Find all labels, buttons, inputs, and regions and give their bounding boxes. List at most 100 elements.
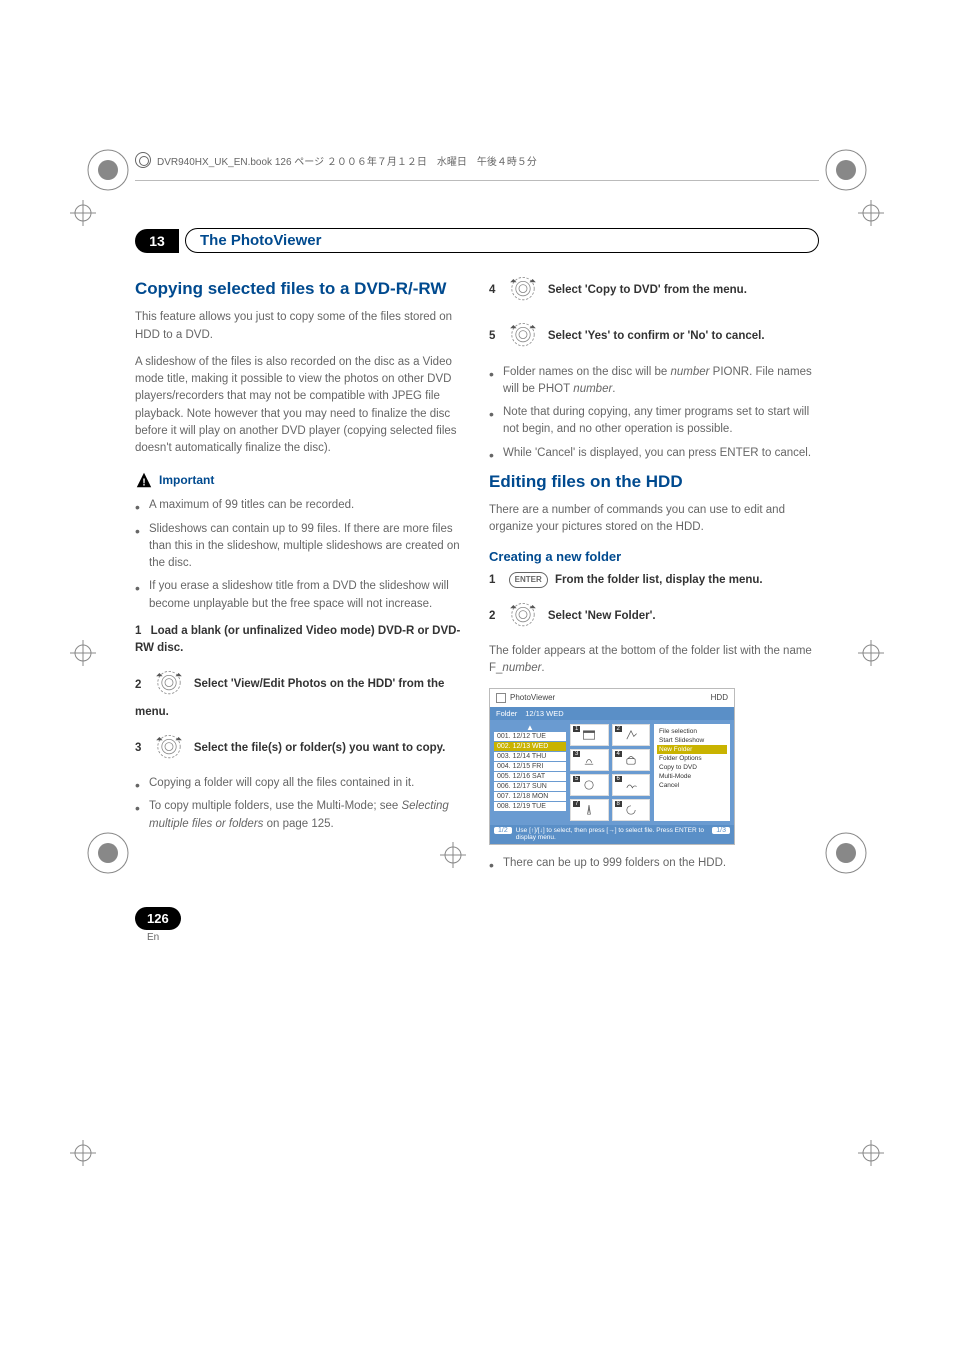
crop-target-icon xyxy=(858,1140,884,1166)
step-number: 2 xyxy=(135,679,141,691)
thumbnail: 2 xyxy=(612,724,651,746)
step-text: Select 'New Folder'. xyxy=(548,610,656,622)
thumbnail: 3 xyxy=(570,749,609,771)
ui-folder-label: Folder xyxy=(496,709,517,718)
folder-row: 008. 12/19 TUE xyxy=(494,802,566,811)
step-number: 2 xyxy=(489,610,495,622)
section-heading: Editing files on the HDD xyxy=(489,472,819,492)
svg-text:!: ! xyxy=(588,807,590,814)
enter-dial-icon xyxy=(153,729,185,767)
chapter-number: 13 xyxy=(135,229,179,253)
thumbnail: 5 xyxy=(570,774,609,796)
ui-page-left: 1/2 xyxy=(494,827,512,834)
ui-folder-date: 12/13 WED xyxy=(525,709,563,718)
list-item: Folder names on the disc will be number … xyxy=(503,364,819,399)
folder-row: 007. 12/18 MON xyxy=(494,792,566,801)
menu-item: Copy to DVD xyxy=(657,763,727,772)
enter-dial-icon xyxy=(507,597,539,635)
list-item: There can be up to 999 folders on the HD… xyxy=(503,855,819,872)
step-number: 5 xyxy=(489,330,495,342)
left-column: Copying selected files to a DVD-R/-RW Th… xyxy=(135,271,465,883)
thumbnail: 8 xyxy=(612,799,651,821)
step-number: 3 xyxy=(135,742,141,754)
menu-item: Start Slideshow xyxy=(657,736,727,745)
page-number: 126 xyxy=(135,907,181,930)
folder-row: 001. 12/12 TUE xyxy=(494,732,566,741)
ui-thumbnail-grid: 1 2 3 4 5 6 7! 8 xyxy=(570,724,650,821)
ui-folder-list: ▲ 001. 12/12 TUE 002. 12/13 WED 003. 12/… xyxy=(494,724,566,821)
list-item: To copy multiple folders, use the Multi-… xyxy=(149,798,465,833)
chapter-header: 13 The PhotoViewer xyxy=(135,228,819,253)
page-footer: 126 En xyxy=(135,907,819,943)
step-text: Select 'Yes' to confirm or 'No' to cance… xyxy=(548,330,765,342)
step-text: Select 'Copy to DVD' from the menu. xyxy=(548,284,747,296)
enter-dial-icon xyxy=(507,317,539,355)
note-bullets: There can be up to 999 folders on the HD… xyxy=(489,855,819,872)
step-number: 4 xyxy=(489,284,495,296)
step: 2 Select 'View/Edit Photos on the HDD' f… xyxy=(135,665,465,721)
step: 3 Select the file(s) or folder(s) you wa… xyxy=(135,729,465,767)
step-text: Load a blank (or unfinalized Video mode)… xyxy=(135,625,460,654)
list-item: Slideshows can contain up to 99 files. I… xyxy=(149,521,465,573)
enter-dial-icon xyxy=(507,271,539,309)
list-item: A maximum of 99 titles can be recorded. xyxy=(149,497,465,514)
ui-folderbar: Folder 12/13 WED xyxy=(490,707,734,720)
enter-dial-icon xyxy=(153,665,185,703)
thumbnail: 4 xyxy=(612,749,651,771)
ui-hint-bar: 1/2 Use [↑]/[↓] to select, then press [→… xyxy=(490,825,734,845)
folder-row: 005. 12/16 SAT xyxy=(494,772,566,781)
step: 4 Select 'Copy to DVD' from the menu. xyxy=(489,271,819,309)
photoviewer-ui-figure: PhotoViewer HDD Folder 12/13 WED ▲ 001. … xyxy=(489,688,735,846)
important-callout: ! Important xyxy=(135,471,465,489)
important-list: A maximum of 99 titles can be recorded. … xyxy=(135,497,465,613)
step: 1 Load a blank (or unfinalized Video mod… xyxy=(135,623,465,658)
thumbnail: 1 xyxy=(570,724,609,746)
menu-item: Folder Options xyxy=(657,754,727,763)
right-column: 4 Select 'Copy to DVD' from the menu. 5 … xyxy=(489,271,819,883)
step-text: From the folder list, display the menu. xyxy=(555,574,763,586)
ui-page-right: 1/3 xyxy=(712,827,730,834)
page-language: En xyxy=(135,932,819,943)
chapter-title: The PhotoViewer xyxy=(185,228,819,253)
step-number: 1 xyxy=(489,574,495,586)
menu-item: Cancel xyxy=(657,781,727,790)
menu-item-selected: New Folder xyxy=(657,745,727,754)
list-item: If you erase a slideshow title from a DV… xyxy=(149,578,465,613)
list-item: Copying a folder will copy all the files… xyxy=(149,775,465,792)
crop-target-icon xyxy=(70,1140,96,1166)
menu-item: File selection xyxy=(657,727,727,736)
ui-titlebar: PhotoViewer HDD xyxy=(490,689,734,707)
ui-context-menu: File selection Start Slideshow New Folde… xyxy=(654,724,730,821)
subsection-heading: Creating a new folder xyxy=(489,549,819,564)
step: 5 Select 'Yes' to confirm or 'No' to can… xyxy=(489,317,819,355)
svg-text:!: ! xyxy=(142,478,145,489)
thumbnail: 7! xyxy=(570,799,609,821)
ui-hint-text: Use [↑]/[↓] to select, then press [→] to… xyxy=(516,827,709,843)
folder-row: 004. 12/15 FRI xyxy=(494,762,566,771)
body-text: The folder appears at the bottom of the … xyxy=(489,643,819,678)
folder-row: 003. 12/14 THU xyxy=(494,752,566,761)
body-text: This feature allows you just to copy som… xyxy=(135,309,465,344)
step-bullets: Folder names on the disc will be number … xyxy=(489,364,819,462)
section-heading: Copying selected files to a DVD-R/-RW xyxy=(135,279,465,299)
photoviewer-app-icon xyxy=(496,693,506,703)
thumbnail: 6 xyxy=(612,774,651,796)
body-text: There are a number of commands you can u… xyxy=(489,502,819,537)
step-number: 1 xyxy=(135,625,141,637)
ui-source: HDD xyxy=(711,693,728,702)
step: 1 ENTER From the folder list, display th… xyxy=(489,572,819,589)
enter-button-icon: ENTER xyxy=(509,572,548,588)
folder-row-selected: 002. 12/13 WED xyxy=(494,742,566,751)
body-text: A slideshow of the files is also recorde… xyxy=(135,354,465,458)
list-item: Note that during copying, any timer prog… xyxy=(503,404,819,439)
step: 2 Select 'New Folder'. xyxy=(489,597,819,635)
folder-row: 006. 12/17 SUN xyxy=(494,782,566,791)
step-bullets: Copying a folder will copy all the files… xyxy=(135,775,465,833)
scroll-up-icon: ▲ xyxy=(494,724,566,732)
ui-title: PhotoViewer xyxy=(510,693,555,702)
list-item: While 'Cancel' is displayed, you can pre… xyxy=(503,445,819,462)
warning-icon: ! xyxy=(135,471,153,489)
important-label: Important xyxy=(159,473,214,487)
step-text: Select the file(s) or folder(s) you want… xyxy=(194,742,446,754)
menu-item: Multi-Mode xyxy=(657,772,727,781)
